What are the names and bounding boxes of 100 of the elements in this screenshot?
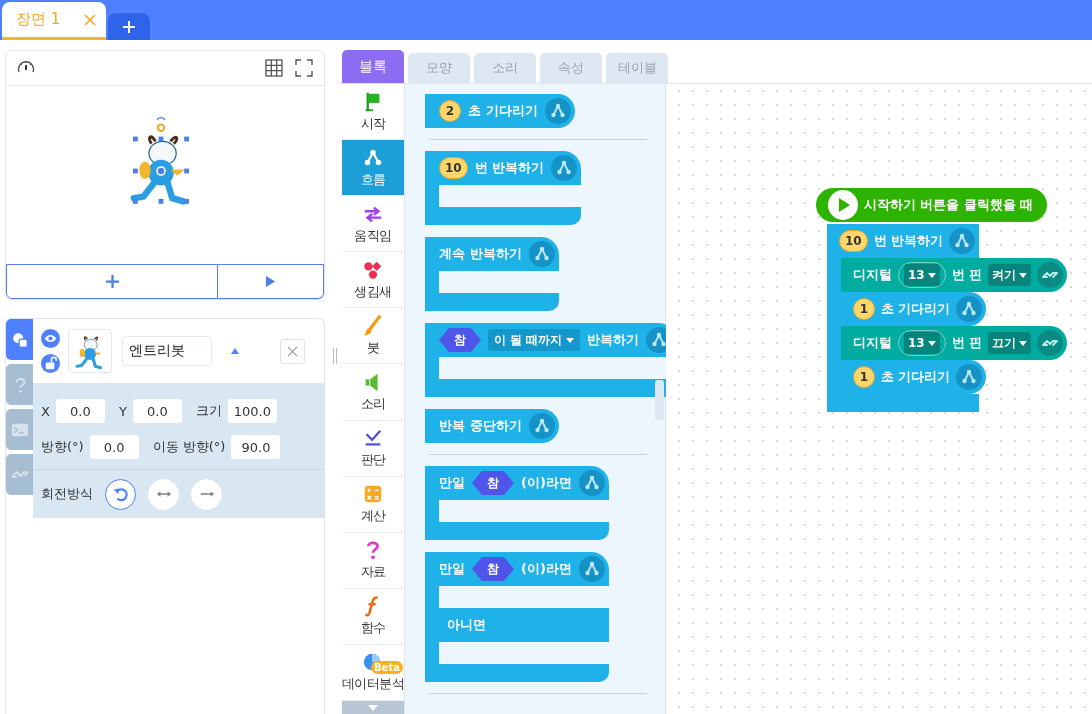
category-label: 생김새: [354, 282, 392, 301]
branch-icon: [578, 556, 605, 582]
close-icon[interactable]: [84, 13, 96, 26]
code-block[interactable]: 1 초 기다리기: [841, 360, 987, 394]
category-label: 자료: [360, 563, 386, 582]
branch-icon: [578, 470, 605, 496]
category-label: 데이터분석: [342, 675, 404, 694]
resize-handle[interactable]: [655, 380, 664, 420]
unlock-icon[interactable]: [41, 354, 60, 373]
close-icon: [287, 345, 298, 357]
object-name-field[interactable]: 엔트리봇: [122, 336, 212, 366]
number-input[interactable]: 1: [853, 298, 875, 320]
block-label: 반복하기: [587, 331, 640, 349]
property-field[interactable]: 100.0: [227, 399, 277, 423]
category-label: 소리: [360, 395, 386, 413]
branch-icon: [949, 228, 976, 254]
property-field[interactable]: 0.0: [132, 399, 182, 423]
branch-icon: [528, 413, 555, 439]
number-input[interactable]: 2: [439, 100, 461, 122]
property-label: 크기: [195, 402, 222, 420]
dropdown[interactable]: 켜기: [988, 264, 1032, 286]
rotation-label: 회전방식: [41, 485, 93, 503]
brush-icon: [362, 314, 384, 337]
block-label: 번 핀: [951, 266, 983, 284]
block-label: 시작하기 버튼을 클릭했을 때: [864, 196, 1034, 214]
add-scene-button[interactable]: [108, 13, 150, 40]
caret-icon: [1019, 272, 1028, 278]
boolean-block[interactable]: 참: [439, 328, 481, 352]
code-block[interactable]: 10 번 반복하기: [425, 151, 582, 225]
dropdown[interactable]: 13: [904, 264, 940, 286]
block-label: 번 반복하기: [873, 232, 944, 250]
block-label: 만일: [439, 474, 465, 492]
dropdown[interactable]: 끄기: [988, 332, 1032, 354]
number-input[interactable]: 1: [853, 366, 875, 388]
block-label: 아니면: [447, 616, 486, 634]
number-input[interactable]: 10: [839, 230, 868, 252]
rotation-mode-button[interactable]: [105, 478, 136, 510]
category-label: 시작: [360, 114, 386, 133]
editor-tab[interactable]: 블록: [342, 50, 404, 83]
property-field[interactable]: 0.0: [89, 435, 139, 459]
beta-badge: Beta: [371, 661, 403, 675]
object-thumbnail[interactable]: [68, 329, 112, 373]
category-label: 붓: [366, 338, 380, 357]
caret-icon: [1019, 340, 1028, 346]
block-label: (이)라면: [521, 560, 572, 578]
block-label: 번 반복하기: [474, 159, 545, 177]
branch-icon: [528, 241, 555, 267]
block-label: (이)라면: [521, 474, 572, 492]
boolean-block[interactable]: 참: [472, 557, 514, 581]
category-label: 흐름: [360, 170, 386, 189]
delete-button[interactable]: [280, 338, 305, 364]
branch-icon: [956, 296, 983, 322]
property-field[interactable]: 0.0: [55, 399, 105, 423]
block-label: 계속 반복하기: [439, 245, 522, 263]
branch-icon: [956, 364, 983, 390]
property-label: Y: [118, 403, 127, 419]
category-label: 판단: [360, 451, 386, 470]
objects-icon: [10, 330, 29, 349]
link-icon: [1037, 330, 1064, 356]
property-label: X: [41, 403, 50, 419]
boolean-block[interactable]: 참: [472, 471, 514, 495]
grid-icon[interactable]: [264, 58, 284, 78]
start-button[interactable]: [218, 264, 324, 299]
caret-icon: [927, 340, 936, 346]
branch-icon: [544, 98, 571, 124]
rotate-icon: [111, 485, 130, 503]
code-block[interactable]: 디지털 13 번 핀 켜기: [841, 258, 1068, 292]
play-icon: [828, 190, 858, 220]
property-field[interactable]: 90.0: [231, 435, 281, 459]
code-block[interactable]: 1 초 기다리기: [841, 292, 987, 326]
link-icon: [10, 470, 29, 479]
category-label: 함수: [360, 619, 386, 638]
block-label: 디지털: [853, 334, 892, 352]
dropdown[interactable]: 13: [904, 332, 940, 354]
block-label: 번 핀: [951, 334, 983, 352]
fullscreen-icon[interactable]: [294, 58, 314, 78]
code-block[interactable]: 만일 참 (이)라면: [425, 466, 609, 540]
number-input[interactable]: 10: [439, 157, 468, 179]
property-label: 방향(°): [41, 438, 84, 456]
block-label: 만일: [439, 560, 465, 578]
caret-icon: [368, 704, 378, 711]
link-icon: [1037, 262, 1064, 288]
caret-icon: [566, 337, 575, 343]
category-label: 계산: [360, 507, 386, 526]
collapse-icon[interactable]: [230, 347, 240, 355]
code-block[interactable]: 2 초 기다리기: [425, 94, 575, 128]
branch-icon: [551, 155, 578, 181]
category-label: 움직임: [354, 226, 392, 245]
code-block[interactable]: 만일 참 (이)라면 아니면: [425, 552, 609, 682]
eye-icon[interactable]: [41, 329, 60, 348]
code-block[interactable]: 10 번 반복하기 디지털 13 번 핀 켜기 1 초 기다리기 디지털 13 번 핀 끄기 1 초 기다리기: [827, 224, 1068, 412]
block-label: 초 기다리기: [881, 368, 951, 386]
plus-icon: [104, 274, 120, 289]
side-tab[interactable]: [6, 319, 33, 360]
code-block[interactable]: 디지털 13 번 핀 끄기: [841, 326, 1068, 360]
block-label: 초 기다리기: [468, 102, 538, 120]
play-icon: [265, 275, 276, 288]
caret-icon: [927, 272, 936, 278]
resize-handle[interactable]: [333, 348, 337, 364]
add-object-button[interactable]: [6, 264, 218, 299]
